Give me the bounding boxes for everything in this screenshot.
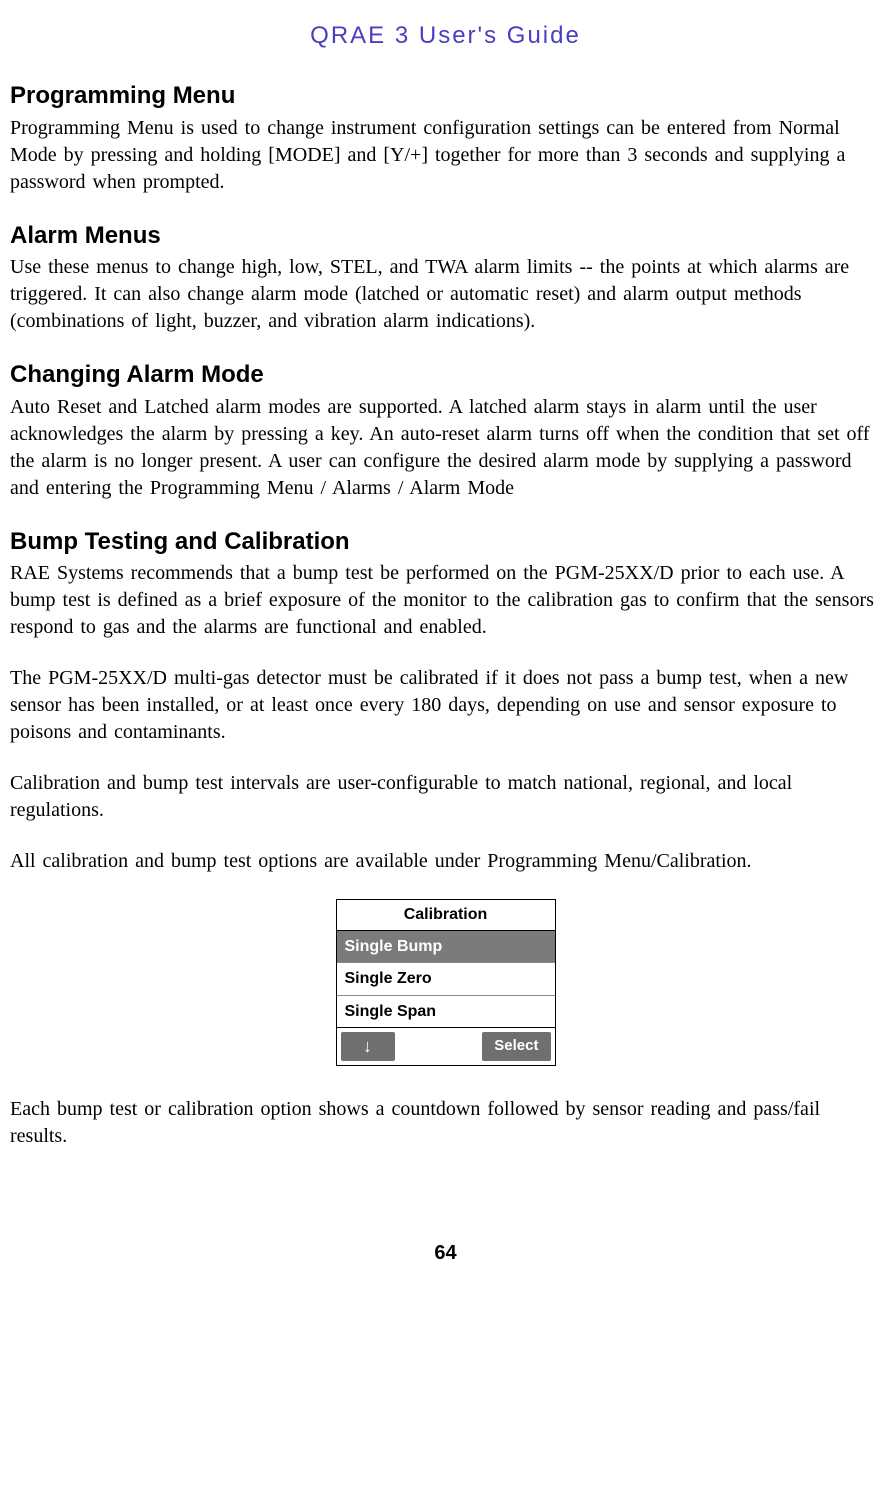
calibration-row-single-bump[interactable]: Single Bump [337,931,555,964]
paragraph-changing-alarm-mode: Auto Reset and Latched alarm modes are s… [10,394,881,502]
heading-changing-alarm-mode: Changing Alarm Mode [10,359,881,391]
calibration-row-single-zero[interactable]: Single Zero [337,963,555,996]
paragraph-bump-p3: Calibration and bump test intervals are … [10,770,881,824]
select-button[interactable]: Select [482,1032,550,1060]
paragraph-alarm-menus: Use these menus to change high, low, STE… [10,254,881,335]
paragraph-bump-p2: The PGM-25XX/D multi-gas detector must b… [10,665,881,746]
arrow-down-icon: ↓ [363,1037,372,1055]
paragraph-bump-p5: Each bump test or calibration option sho… [10,1096,881,1150]
heading-bump-testing: Bump Testing and Calibration [10,526,881,558]
paragraph-bump-p4: All calibration and bump test options ar… [10,848,881,875]
calibration-footer: ↓ Select [337,1028,555,1064]
heading-alarm-menus: Alarm Menus [10,220,881,252]
down-button[interactable]: ↓ [341,1032,395,1060]
paragraph-programming: Programming Menu is used to change instr… [10,115,881,196]
calibration-row-single-span[interactable]: Single Span [337,996,555,1029]
heading-programming-menu: Programming Menu [10,80,881,112]
calibration-panel-title: Calibration [337,900,555,931]
calibration-panel: Calibration Single Bump Single Zero Sing… [336,899,556,1066]
page-number: 64 [10,1240,881,1267]
document-title: QRAE 3 User's Guide [10,20,881,52]
paragraph-bump-p1: RAE Systems recommends that a bump test … [10,560,881,641]
